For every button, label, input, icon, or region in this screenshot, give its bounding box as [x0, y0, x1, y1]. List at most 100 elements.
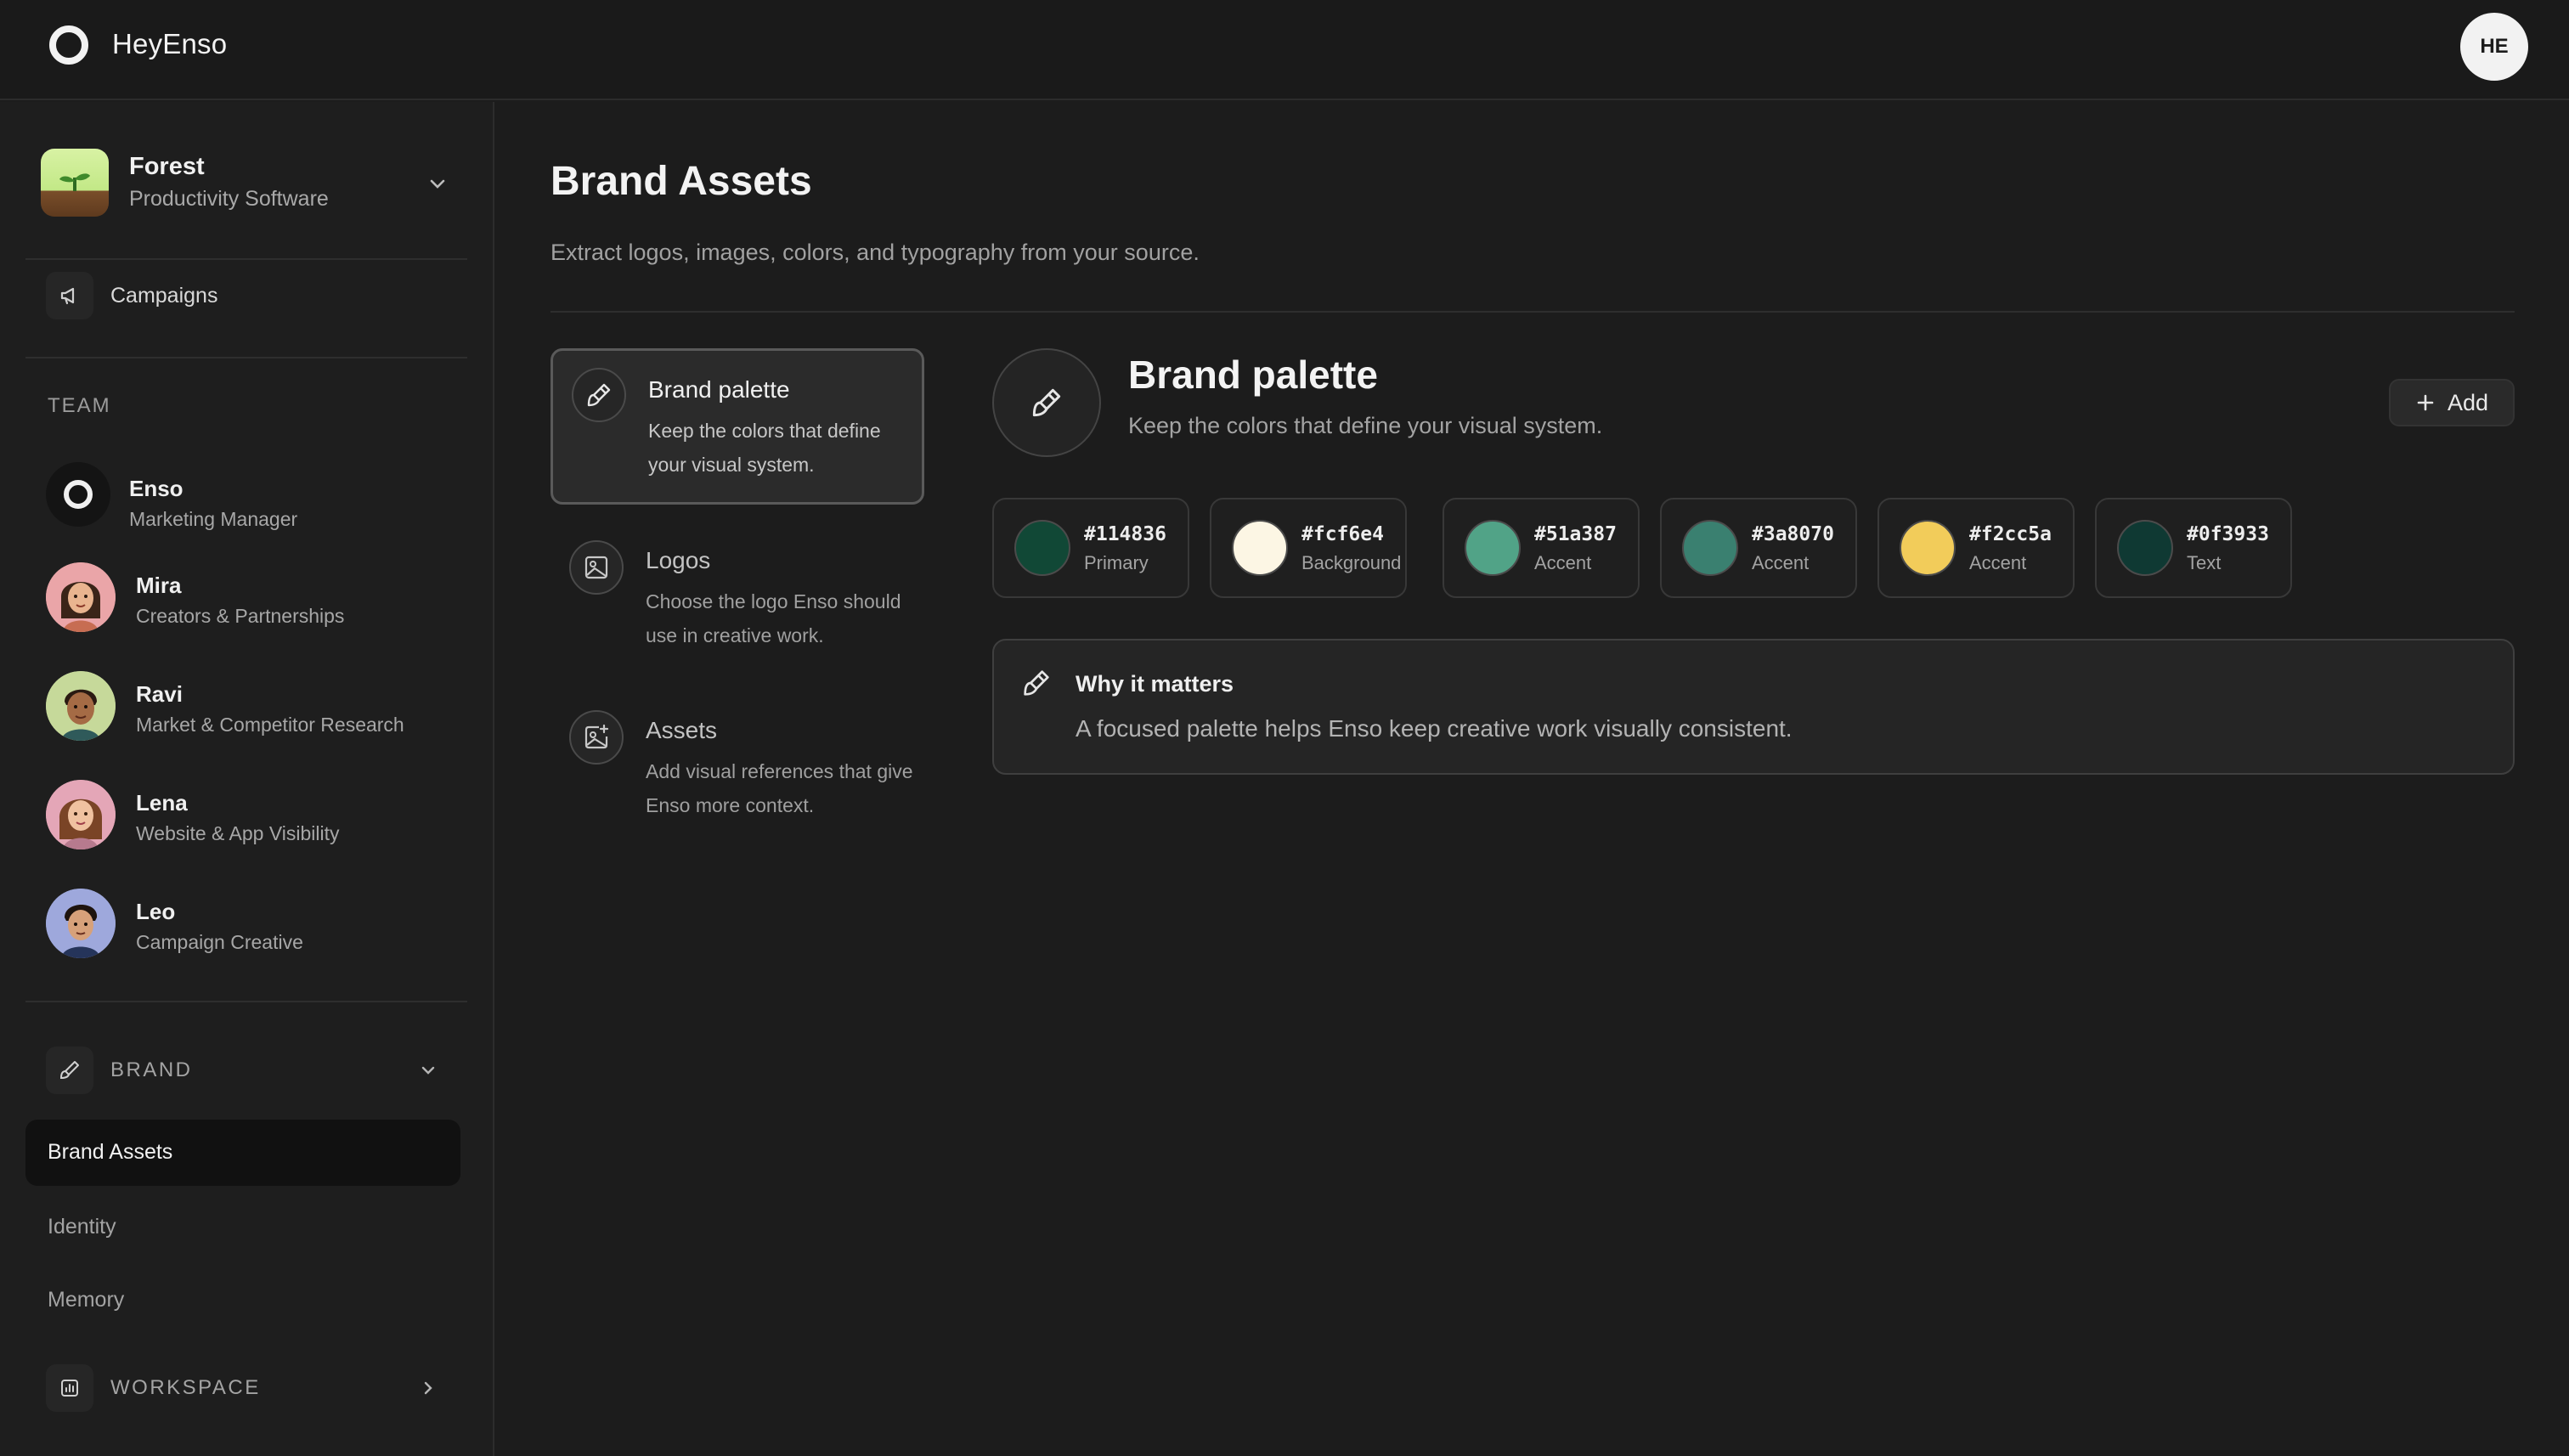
- team-member-leo[interactable]: Leo Campaign Creative: [46, 889, 454, 973]
- member-name: Enso: [129, 476, 184, 501]
- megaphone-icon: [46, 272, 93, 319]
- org-logo: [41, 149, 109, 217]
- divider: [25, 258, 467, 260]
- swatch-hex: #3a8070: [1752, 523, 1834, 545]
- nav-item-memory[interactable]: Memory: [25, 1267, 460, 1334]
- member-role: Website & App Visibility: [136, 822, 340, 844]
- add-button-label: Add: [2447, 389, 2489, 415]
- avatar: [46, 462, 110, 527]
- category-brand-palette[interactable]: Brand palette Keep the colors that defin…: [550, 348, 924, 505]
- top-bar: HeyEnso HE: [0, 0, 2569, 100]
- member-role: Marketing Manager: [129, 508, 298, 530]
- swatch-role: Accent: [1534, 552, 1592, 573]
- swatch-color: [1465, 520, 1521, 576]
- avatar: [46, 889, 116, 958]
- nav-item-identity[interactable]: Identity: [25, 1194, 460, 1261]
- color-swatch[interactable]: #114836 Primary: [992, 498, 1189, 598]
- category-description: Choose the logo Enso should use in creat…: [646, 590, 901, 646]
- member-role: Creators & Partnerships: [136, 605, 345, 627]
- paintbrush-icon: [1024, 670, 1049, 696]
- user-avatar[interactable]: HE: [2460, 13, 2528, 81]
- image-plus-icon: [569, 710, 624, 765]
- swatch-role: Background: [1301, 552, 1402, 573]
- nav-group-label: BRAND: [110, 1058, 193, 1081]
- category-assets[interactable]: Assets Add visual references that give E…: [550, 690, 924, 843]
- nav-item-label: Brand Assets: [48, 1140, 173, 1164]
- category-description: Add visual references that give Enso mor…: [646, 760, 913, 816]
- nav-group-workspace[interactable]: WORKSPACE: [46, 1363, 454, 1414]
- nav-item-campaigns[interactable]: Campaigns: [46, 270, 454, 321]
- callout-text: A focused palette helps Enso keep creati…: [1076, 715, 1793, 742]
- swatch-role: Text: [2187, 552, 2222, 573]
- team-section-label: TEAM: [48, 394, 111, 417]
- brush-icon: [46, 1047, 93, 1094]
- color-swatch[interactable]: #0f3933 Text: [2095, 498, 2292, 598]
- color-swatch[interactable]: #fcf6e4 Background: [1210, 498, 1407, 598]
- member-role: Campaign Creative: [136, 931, 303, 953]
- swatch-color: [1014, 520, 1070, 576]
- member-name: Ravi: [136, 681, 183, 707]
- swatch-hex: #0f3933: [2187, 523, 2269, 545]
- page-subtitle: Extract logos, images, colors, and typog…: [550, 240, 1200, 265]
- app-name[interactable]: HeyEnso: [112, 28, 227, 60]
- color-swatch[interactable]: #f2cc5a Accent: [1877, 498, 2075, 598]
- category-title: Logos: [646, 547, 711, 573]
- image-icon: [569, 540, 624, 595]
- divider: [25, 1001, 467, 1002]
- callout-title: Why it matters: [1076, 671, 1234, 697]
- nav-item-label: Campaigns: [110, 283, 218, 308]
- swatch-hex: #fcf6e4: [1301, 523, 1384, 545]
- swatch-color: [1900, 520, 1956, 576]
- avatar: [46, 671, 116, 741]
- org-switcher[interactable]: Forest Productivity Software: [25, 136, 467, 229]
- divider: [550, 311, 2515, 313]
- why-it-matters-callout: Why it matters A focused palette helps E…: [992, 639, 2515, 775]
- team-member-ravi[interactable]: Ravi Market & Competitor Research: [46, 671, 454, 756]
- swatch-hex: #51a387: [1534, 523, 1617, 545]
- nav-group-brand[interactable]: BRAND: [46, 1045, 454, 1096]
- nav-group-label: WORKSPACE: [110, 1376, 261, 1399]
- member-name: Mira: [136, 573, 182, 598]
- nav-item-label: Identity: [48, 1215, 116, 1239]
- color-swatch[interactable]: #51a387 Accent: [1443, 498, 1640, 598]
- divider: [25, 357, 467, 358]
- team-member-enso[interactable]: Enso Marketing Manager: [46, 455, 454, 540]
- swatch-hex: #f2cc5a: [1969, 523, 2052, 545]
- nav-item-brand-assets[interactable]: Brand Assets: [25, 1120, 460, 1186]
- member-role: Market & Competitor Research: [136, 714, 404, 736]
- team-member-lena[interactable]: Lena Website & App Visibility: [46, 780, 454, 865]
- page-title: Brand Assets: [550, 159, 812, 204]
- org-category: Productivity Software: [129, 187, 329, 211]
- chevron-down-icon: [430, 179, 445, 189]
- category-title: Assets: [646, 717, 718, 743]
- color-swatch[interactable]: #3a8070 Accent: [1660, 498, 1857, 598]
- swatch-role: Primary: [1084, 552, 1149, 573]
- category-logos[interactable]: Logos Choose the logo Enso should use in…: [550, 520, 924, 673]
- panel-subtitle: Keep the colors that define your visual …: [1128, 413, 1603, 438]
- swatch-role: Accent: [1969, 552, 2027, 573]
- chart-icon: [46, 1364, 93, 1412]
- paintbrush-icon: [992, 348, 1101, 457]
- avatar: [46, 562, 116, 632]
- swatch-color: [1232, 520, 1288, 576]
- member-name: Leo: [136, 899, 176, 924]
- add-button[interactable]: Add: [2389, 379, 2515, 426]
- enso-logo-icon: [64, 480, 93, 509]
- panel-title: Brand palette: [1128, 353, 1378, 397]
- sidebar: Forest Productivity Software Campaigns T…: [0, 102, 494, 1456]
- chevron-right-icon: [424, 1381, 432, 1395]
- avatar: [46, 780, 116, 849]
- paintbrush-icon: [572, 368, 626, 422]
- swatch-color: [2117, 520, 2173, 576]
- swatch-color: [1682, 520, 1738, 576]
- category-title: Brand palette: [648, 376, 790, 403]
- plus-icon: [2417, 394, 2434, 411]
- member-name: Lena: [136, 790, 188, 815]
- heyenso-logo-icon[interactable]: [49, 25, 88, 65]
- nav-item-label: Memory: [48, 1288, 125, 1312]
- swatch-role: Accent: [1752, 552, 1810, 573]
- team-member-mira[interactable]: Mira Creators & Partnerships: [46, 562, 454, 647]
- swatch-hex: #114836: [1084, 523, 1166, 545]
- chevron-down-icon: [421, 1066, 435, 1075]
- org-name: Forest: [129, 153, 205, 180]
